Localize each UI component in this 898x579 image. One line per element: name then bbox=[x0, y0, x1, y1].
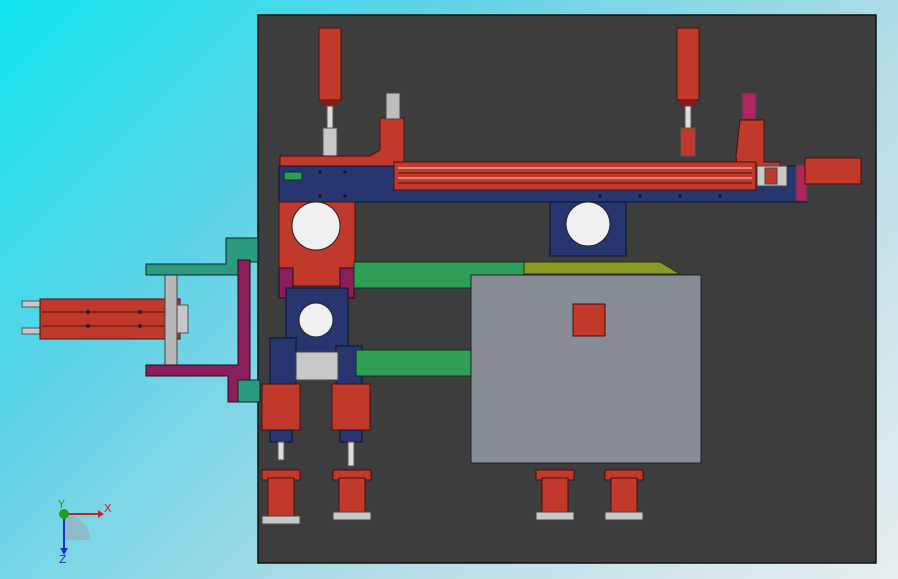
rail-sensor[interactable] bbox=[283, 171, 303, 181]
left-guide-post[interactable] bbox=[164, 274, 178, 366]
center-navy-bore bbox=[565, 201, 611, 247]
z-axis-label: Z bbox=[59, 553, 67, 566]
left-navy-wing-left[interactable] bbox=[269, 337, 297, 385]
left-silver-block[interactable] bbox=[295, 351, 339, 381]
y-axis-label: Y bbox=[57, 498, 65, 511]
bottom-cylinder-3[interactable] bbox=[535, 469, 575, 521]
green-rail-lower[interactable] bbox=[355, 349, 473, 377]
bottom-cylinder-1[interactable] bbox=[261, 469, 301, 525]
left-bearing-bore bbox=[291, 201, 341, 251]
olive-bracket[interactable] bbox=[523, 261, 682, 275]
left-slide-cylinder[interactable] bbox=[21, 298, 189, 340]
upper-stop-left[interactable] bbox=[385, 92, 401, 120]
gray-plate-red-pad[interactable] bbox=[572, 303, 606, 337]
upper-right-extension[interactable] bbox=[804, 157, 862, 185]
upper-stop-right[interactable] bbox=[741, 92, 757, 120]
bottom-cylinder-4[interactable] bbox=[604, 469, 644, 521]
upper-end-collar[interactable] bbox=[764, 167, 778, 185]
left-bracket-green-lower[interactable] bbox=[237, 379, 261, 403]
gray-plate[interactable] bbox=[470, 274, 702, 464]
cad-viewport[interactable]: X Y Z bbox=[0, 0, 898, 579]
left-navy-bore bbox=[298, 302, 334, 338]
axis-triad: X Y Z bbox=[57, 498, 112, 566]
x-axis-label: X bbox=[104, 502, 112, 515]
upper-linear-cylinder[interactable] bbox=[393, 161, 757, 191]
bottom-cylinder-2[interactable] bbox=[332, 469, 372, 521]
